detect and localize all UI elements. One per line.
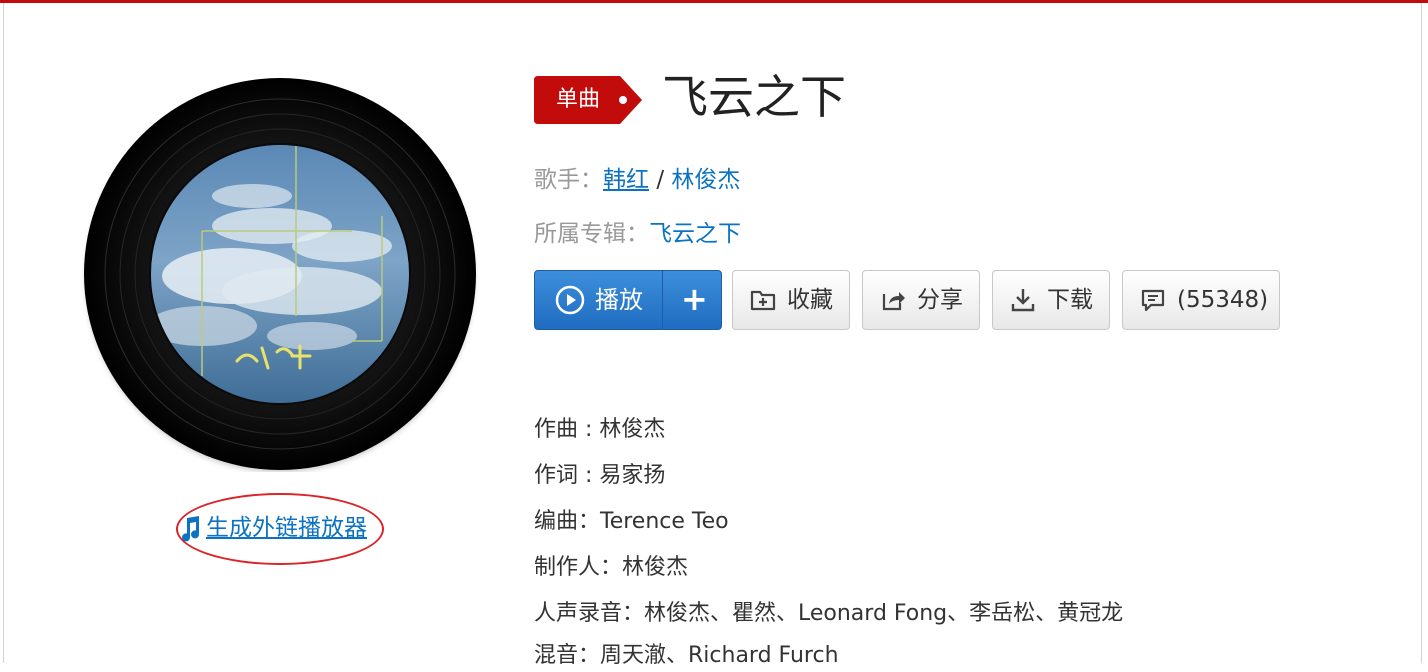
credit-mixing: 混音：周天澈、Richard Furch [534, 643, 839, 668]
album-link[interactable]: 飞云之下 [649, 221, 741, 247]
artist-link-linjunjie[interactable]: 林俊杰 [671, 167, 740, 193]
share-label: 分享 [917, 287, 963, 313]
add-to-playlist-button[interactable]: + [663, 271, 721, 329]
artists-label: 歌手： [534, 167, 603, 193]
credit-arranger: 编曲：Terence Teo [534, 509, 729, 534]
credit-vocal-recording: 人声录音：林俊杰、瞿然、Leonard Fong、李岳松、黄冠龙 [534, 601, 1124, 626]
artist-separator: / [656, 167, 665, 193]
comment-icon [1141, 289, 1165, 312]
album-row: 所属专辑：飞云之下 [534, 218, 741, 250]
download-label: 下载 [1047, 287, 1093, 313]
download-button[interactable]: 下载 [992, 270, 1110, 330]
vinyl-disc [84, 78, 476, 470]
artist-link-hanhong[interactable]: 韩红 [603, 167, 649, 193]
comments-count: (55348) [1177, 287, 1269, 313]
song-title: 飞云之下 [662, 70, 846, 124]
collect-button[interactable]: 收藏 [732, 270, 850, 330]
credit-composer: 作曲 : 林俊杰 [534, 417, 666, 442]
artists-row: 歌手：韩红 / 林俊杰 [534, 164, 740, 196]
music-note-icon [182, 516, 200, 542]
album-cover-vinyl [82, 76, 478, 472]
external-player-label[interactable]: 生成外链播放器 [206, 512, 367, 544]
comments-button[interactable]: (55348) [1122, 270, 1280, 330]
download-icon [1011, 289, 1035, 312]
single-badge: 单曲 [534, 76, 642, 124]
plus-icon: + [681, 280, 708, 318]
play-label: 播放 [595, 286, 643, 314]
share-button[interactable]: 分享 [862, 270, 980, 330]
play-button[interactable]: 播放 [535, 271, 662, 329]
folder-plus-icon [750, 290, 776, 311]
album-label: 所属专辑： [534, 221, 649, 247]
credit-producer: 制作人：林俊杰 [534, 555, 689, 580]
single-badge-label: 单曲 [556, 87, 601, 112]
share-icon [882, 292, 905, 311]
collect-label: 收藏 [787, 287, 833, 313]
credit-lyricist: 作词 : 易家扬 [534, 463, 666, 488]
external-player-link[interactable]: 生成外链播放器 [176, 493, 388, 567]
play-button-group: 播放 + [534, 270, 722, 330]
play-circle-icon [555, 285, 585, 315]
